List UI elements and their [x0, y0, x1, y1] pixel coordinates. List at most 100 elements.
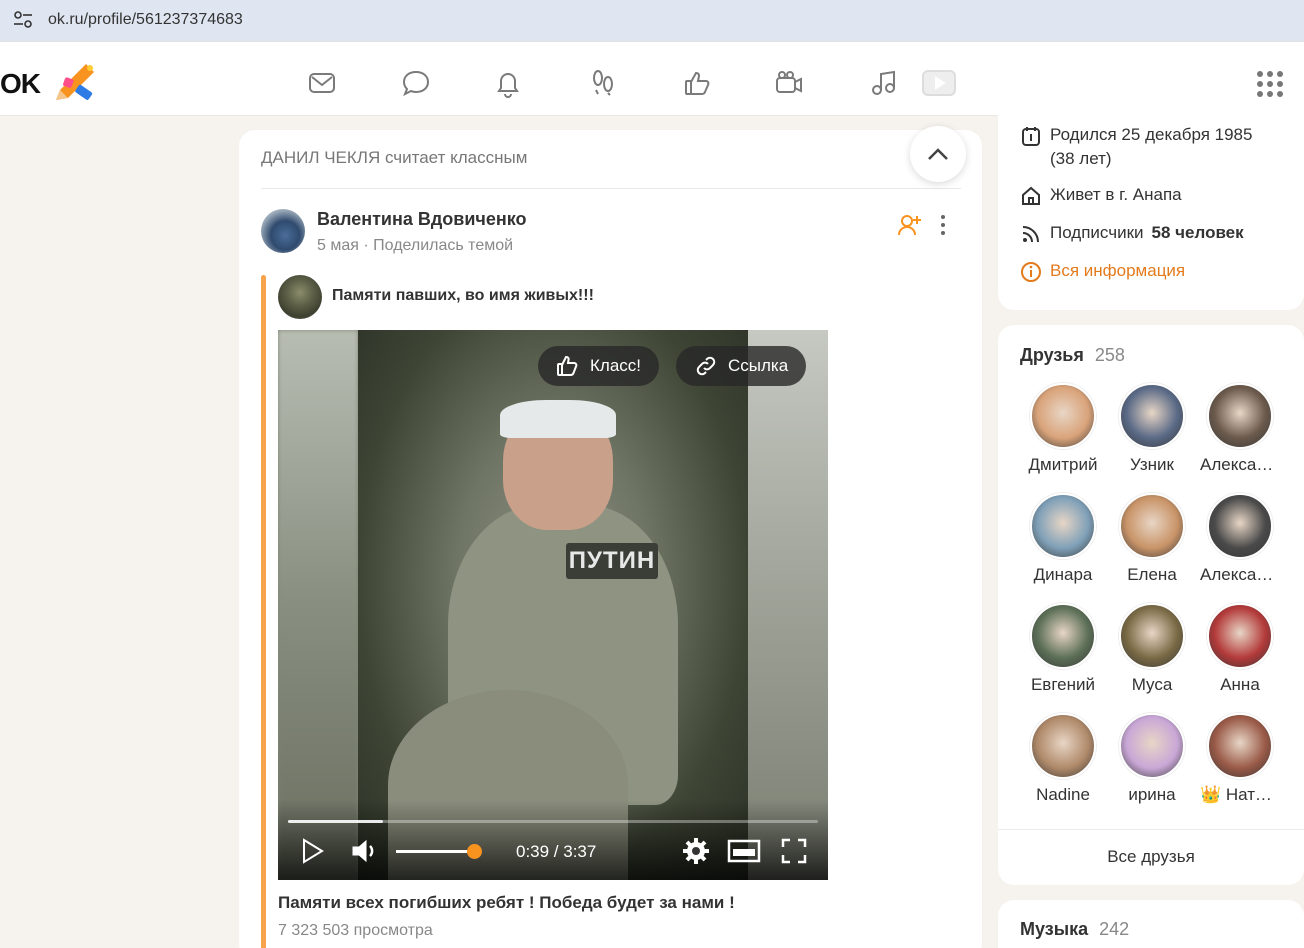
friend-item[interactable]: Динара [1023, 493, 1103, 585]
friend-avatar[interactable] [1207, 713, 1273, 779]
friend-avatar[interactable] [1119, 383, 1185, 449]
post-date[interactable]: 5 мая [317, 237, 359, 254]
friend-item[interactable]: Nadine [1023, 713, 1103, 805]
friend-name[interactable]: Узник [1112, 455, 1192, 475]
friend-name[interactable]: Александр [1200, 565, 1280, 585]
video-blur-right [748, 330, 828, 880]
chat-icon[interactable] [398, 65, 434, 101]
friend-avatar[interactable] [1119, 603, 1185, 669]
subscribers-count: 58 человек [1151, 223, 1244, 242]
video-link-button[interactable]: Ссылка [676, 346, 807, 386]
friends-title: Друзья [1020, 345, 1084, 365]
friend-name[interactable]: Анна [1200, 675, 1280, 695]
liked-by-line: ДАНИЛ ЧЕКЛЯ считает классным [261, 148, 527, 168]
ok-logo[interactable]: OK [0, 62, 104, 104]
shared-topic-bar [261, 275, 266, 948]
music-header[interactable]: Музыка 242 [1020, 919, 1129, 940]
friend-name[interactable]: Муса [1112, 675, 1192, 695]
collapse-button[interactable] [910, 126, 966, 182]
friend-avatar[interactable] [1119, 493, 1185, 559]
friend-name[interactable]: 👑 Наталья [1200, 785, 1280, 805]
video-play-icon[interactable] [921, 65, 957, 101]
add-friend-icon[interactable] [897, 212, 923, 238]
site-settings-icon[interactable] [12, 10, 34, 30]
music-icon[interactable] [865, 65, 901, 101]
friend-name[interactable]: ирина [1112, 785, 1192, 805]
all-friends-link[interactable]: Все друзья [998, 847, 1304, 867]
volume-slider[interactable] [396, 844, 482, 859]
friend-avatar[interactable] [1207, 383, 1273, 449]
friend-name[interactable]: Елена [1112, 565, 1192, 585]
video-bandage [500, 400, 616, 438]
friend-avatar[interactable] [1030, 603, 1096, 669]
friend-name[interactable]: Александр [1200, 455, 1280, 475]
friend-item[interactable]: Дмитрий [1023, 383, 1103, 475]
video-player[interactable]: ПУТИН Класс! Ссылка 0:39 / 3:37 [278, 330, 828, 880]
age-text: (38 лет) [1050, 149, 1112, 168]
fullscreen-icon[interactable] [780, 836, 808, 866]
volume-icon[interactable] [350, 836, 380, 866]
shared-topic-title[interactable]: Памяти павших, во имя живых!!! [332, 287, 594, 305]
video-like-button[interactable]: Класс! [538, 346, 659, 386]
friend-avatar[interactable] [1030, 713, 1096, 779]
video-progress-bar[interactable] [288, 820, 818, 823]
friend-item[interactable]: Александр [1200, 383, 1280, 475]
friend-name[interactable]: Евгений [1023, 675, 1103, 695]
thumbs-up-icon [557, 355, 578, 376]
mini-player-icon[interactable] [726, 836, 762, 866]
friend-item[interactable]: 👑 Наталья [1200, 713, 1280, 805]
music-count: 242 [1099, 919, 1130, 939]
author-avatar[interactable] [261, 209, 305, 253]
friend-avatar[interactable] [1030, 383, 1096, 449]
video-views: 7 323 503 просмотра [278, 922, 433, 939]
url-text[interactable]: ok.ru/profile/561237374683 [48, 11, 243, 29]
footprints-icon[interactable] [585, 65, 621, 101]
feed-post-card: ДАНИЛ ЧЕКЛЯ считает классным Валентина В… [239, 130, 982, 948]
friend-item[interactable]: Узник [1112, 383, 1192, 475]
pencil-logo-icon [56, 64, 94, 100]
friend-name[interactable]: Nadine [1023, 785, 1103, 805]
like-icon[interactable] [679, 65, 715, 101]
all-info-text: Вся информация [1050, 261, 1186, 280]
mail-icon[interactable] [304, 65, 340, 101]
friend-avatar[interactable] [1030, 493, 1096, 559]
all-info-link[interactable]: Вся информация [1020, 261, 1185, 283]
video-camera-icon[interactable] [771, 65, 807, 101]
settings-gear-icon[interactable] [681, 836, 711, 866]
post-meta: 5 мая · Поделилась темой [317, 237, 513, 255]
friend-item[interactable]: Анна [1200, 603, 1280, 695]
friend-item[interactable]: Елена [1112, 493, 1192, 585]
video-progress-fill [288, 820, 383, 823]
group-avatar[interactable] [278, 275, 322, 319]
video-name-patch: ПУТИН [566, 543, 658, 579]
friend-item[interactable]: Александр [1200, 493, 1280, 585]
bell-icon[interactable] [490, 65, 526, 101]
liker-name[interactable]: ДАНИЛ ЧЕКЛЯ [261, 148, 380, 167]
more-options-icon[interactable] [933, 210, 953, 240]
friend-avatar[interactable] [1119, 713, 1185, 779]
apps-grid-icon[interactable] [1252, 66, 1288, 102]
volume-knob[interactable] [467, 844, 482, 859]
friend-item[interactable]: ирина [1112, 713, 1192, 805]
chevron-up-icon [928, 148, 948, 160]
author-name[interactable]: Валентина Вдовиченко [317, 209, 527, 230]
birthday-row: Родился 25 декабря 1985 (38 лет) [1020, 125, 1252, 169]
play-icon[interactable] [300, 836, 326, 866]
friend-item[interactable]: Муса [1112, 603, 1192, 695]
browser-address-bar[interactable]: ok.ru/profile/561237374683 [0, 0, 1304, 41]
video-title[interactable]: Памяти всех погибших ребят ! Победа буде… [278, 893, 735, 913]
friends-header[interactable]: Друзья 258 [1020, 345, 1125, 366]
link-icon [696, 356, 716, 376]
city-text[interactable]: Живет в г. Анапа [1050, 185, 1182, 207]
friend-name[interactable]: Динара [1023, 565, 1103, 585]
friend-name[interactable]: Дмитрий [1023, 455, 1103, 475]
friend-avatar[interactable] [1207, 493, 1273, 559]
friend-item[interactable]: Евгений [1023, 603, 1103, 695]
calendar-icon [1022, 127, 1040, 146]
birthday-text: Родился 25 декабря 1985 [1050, 125, 1253, 144]
meta-separator: · [363, 237, 369, 254]
friends-card: Друзья 258 Дмитрий Узник Александр Динара Ел… [998, 325, 1304, 885]
subscribers-row[interactable]: Подписчики 58 человек [1020, 223, 1244, 245]
friend-avatar[interactable] [1207, 603, 1273, 669]
liked-by-action: считает классным [384, 148, 528, 167]
